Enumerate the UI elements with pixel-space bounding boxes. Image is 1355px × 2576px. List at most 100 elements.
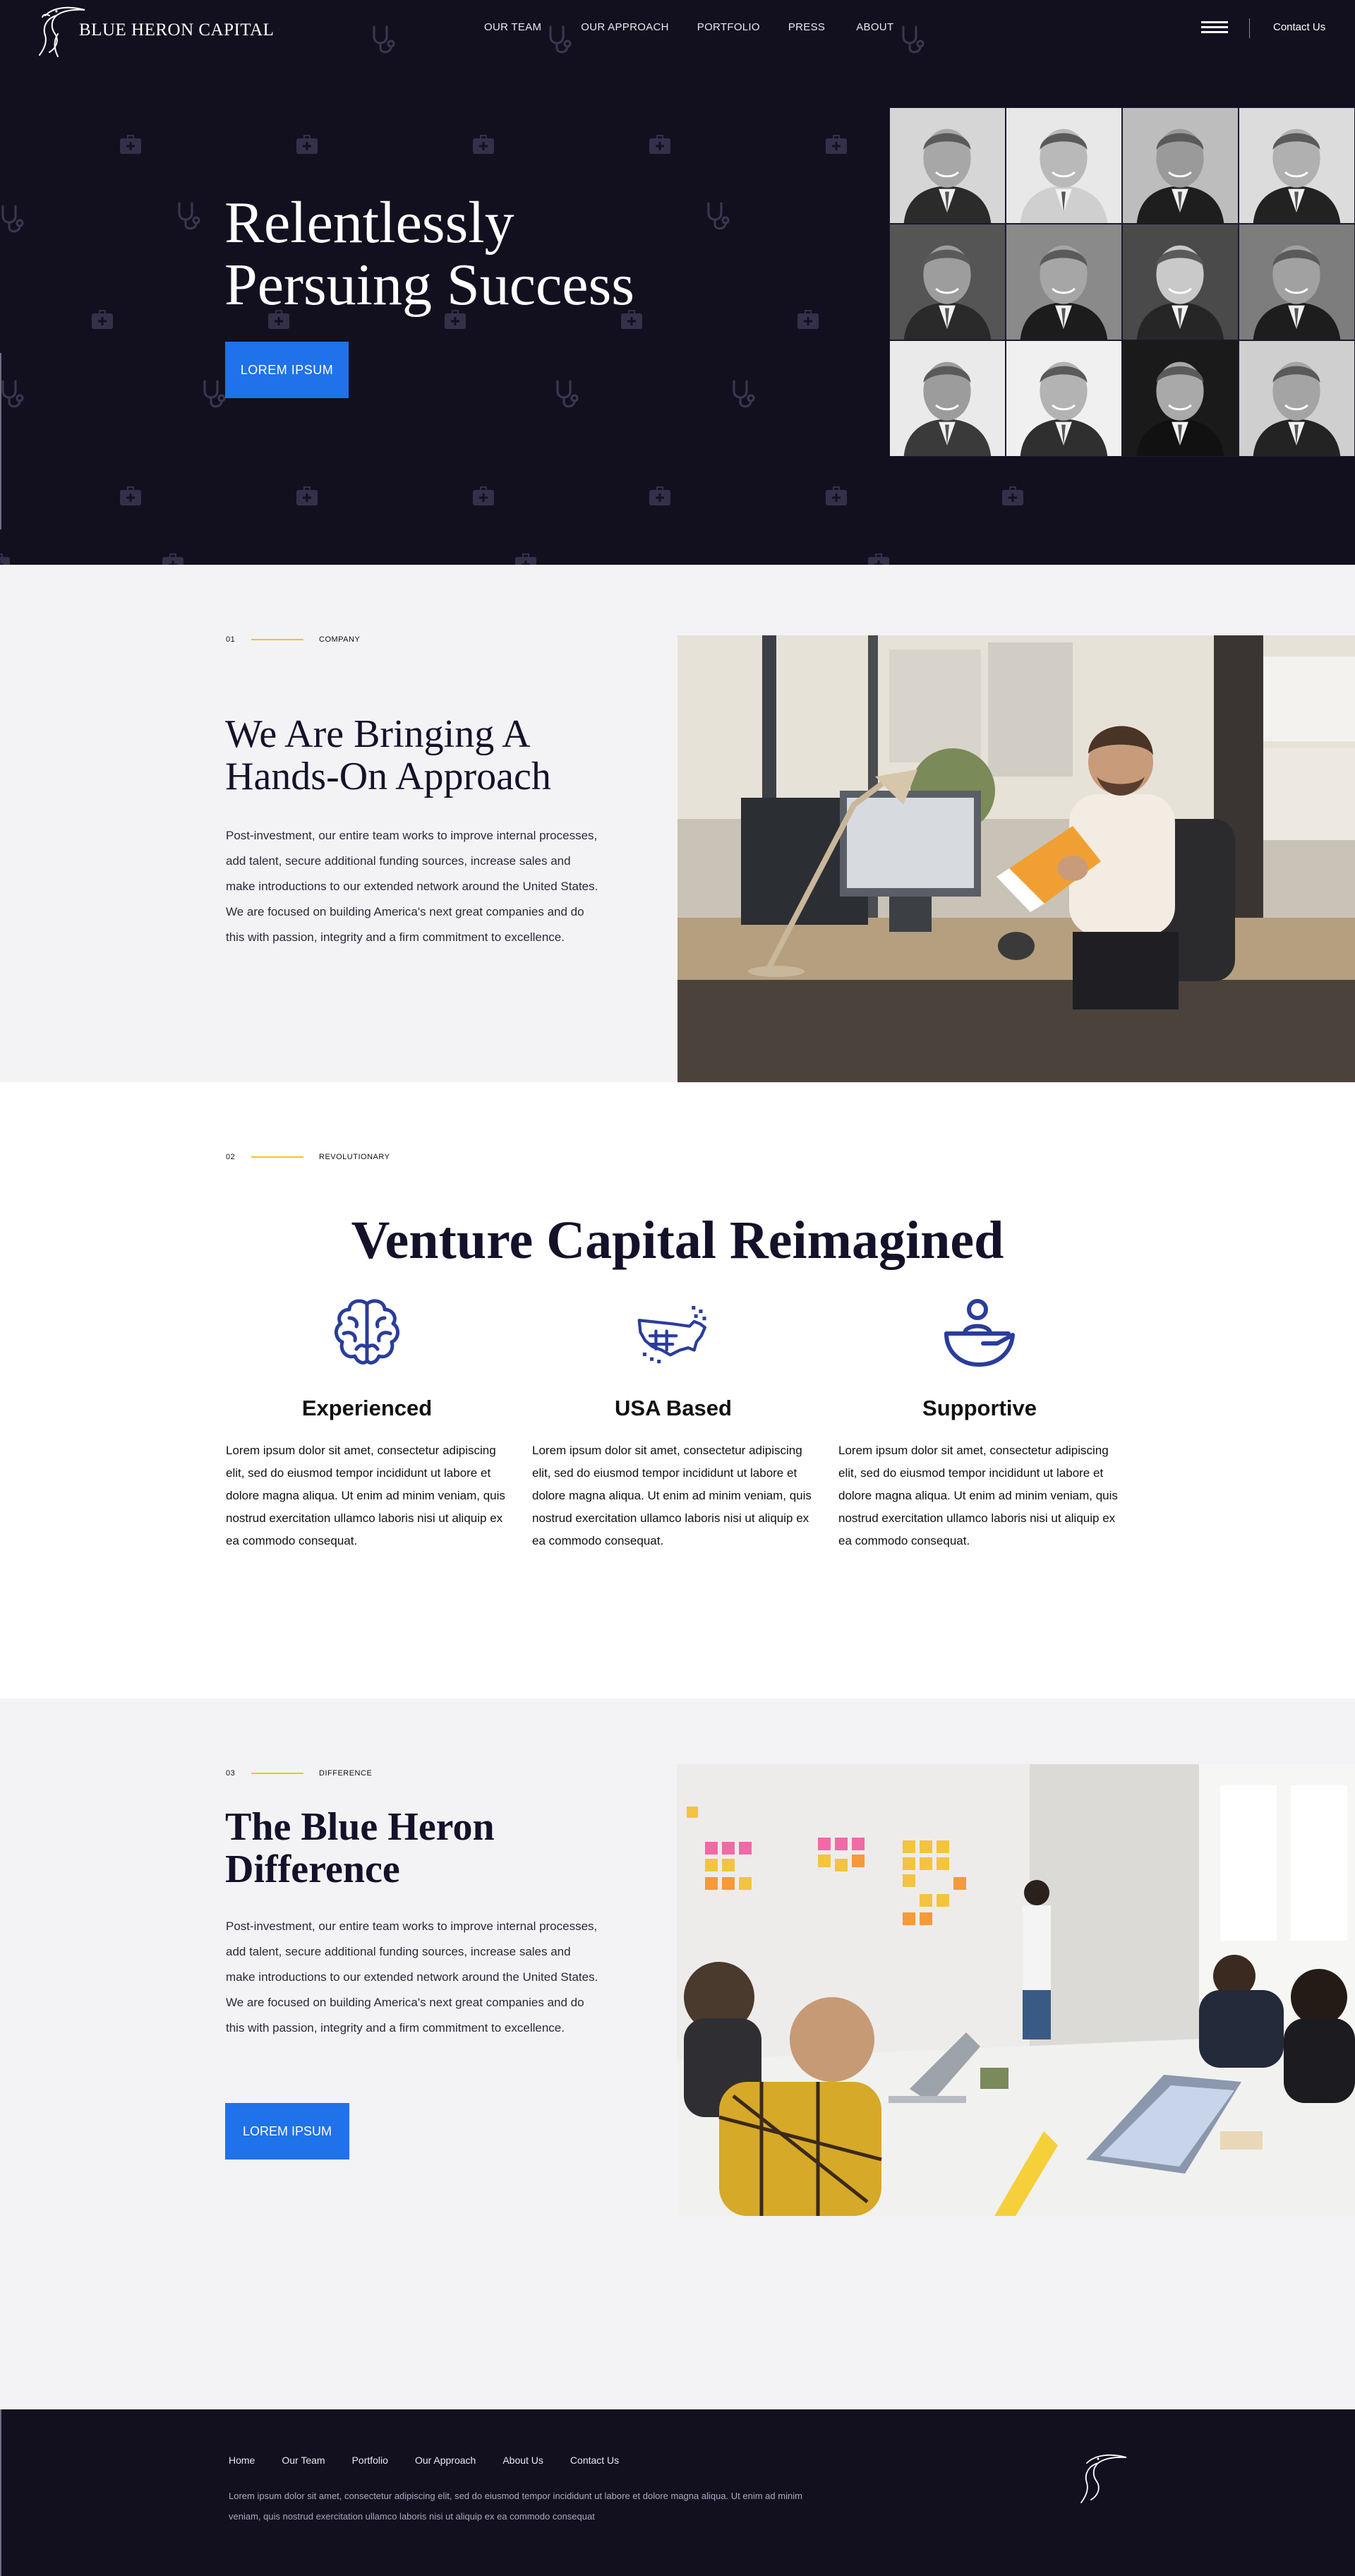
medical-kit-icon <box>649 486 670 505</box>
hero-edge-line <box>0 353 1 529</box>
team-member-photo[interactable] <box>889 107 1006 224</box>
team-member-photo[interactable] <box>1006 107 1122 224</box>
top-navigation: BLUE HERON CAPITAL OUR TEAM OUR APPROACH… <box>0 0 1355 59</box>
medical-kit-icon <box>826 135 847 154</box>
nav-press[interactable]: PRESS <box>788 21 825 33</box>
revolutionary-section: 02 REVOLUTIONARY Venture Capital Reimagi… <box>0 1082 1355 1699</box>
team-member-photo[interactable] <box>889 340 1006 457</box>
medical-kit-icon <box>473 135 494 154</box>
brand-logo[interactable]: BLUE HERON CAPITAL <box>25 1 279 59</box>
footer-link-our-team[interactable]: Our Team <box>282 2455 325 2466</box>
nav-portfolio[interactable]: PORTFOLIO <box>697 21 760 33</box>
stethoscope-icon <box>556 380 579 408</box>
medical-kit-icon <box>473 486 494 505</box>
site-footer: Home Our Team Portfolio Our Approach Abo… <box>0 2409 1355 2576</box>
section-title: The Blue Heron Difference <box>225 1806 649 1891</box>
section-tag: 02 REVOLUTIONARY <box>226 1153 390 1161</box>
team-photo-grid <box>889 107 1355 457</box>
section-number: 03 <box>226 1769 236 1778</box>
usa-map-icon <box>637 1305 706 1364</box>
footer-link-home[interactable]: Home <box>229 2455 255 2466</box>
stethoscope-icon <box>1 205 24 233</box>
team-member-photo[interactable] <box>1239 107 1355 224</box>
section-title-line1: The Blue Heron <box>225 1805 495 1849</box>
stethoscope-icon <box>178 202 200 230</box>
main-menu: OUR TEAM OUR APPROACH PORTFOLIO PRESS AB… <box>484 21 893 33</box>
medical-kit-icon <box>0 553 10 565</box>
section-tag: 01 COMPANY <box>226 635 360 644</box>
footer-link-contact-us[interactable]: Contact Us <box>570 2455 619 2466</box>
feature-text: Lorem ipsum dolor sit amet, consectetur … <box>226 1444 505 1547</box>
team-member-photo[interactable] <box>1239 224 1355 340</box>
tag-line <box>251 639 303 640</box>
hero-title-line2: Persuing Success <box>224 252 634 318</box>
section-number: 02 <box>226 1153 236 1161</box>
medical-kit-icon <box>162 553 183 565</box>
tag-line <box>251 1773 303 1774</box>
footer-text: Lorem ipsum dolor sit amet, consectetur … <box>229 2491 802 2522</box>
footer-link-about-us[interactable]: About Us <box>502 2455 543 2466</box>
team-member-photo[interactable] <box>1006 224 1122 340</box>
footer-menu: Home Our Team Portfolio Our Approach Abo… <box>229 2455 646 2466</box>
nav-about[interactable]: ABOUT <box>856 21 893 33</box>
medical-kit-icon <box>826 486 847 505</box>
section-tag-label: COMPANY <box>319 635 361 644</box>
medical-kit-icon <box>120 486 141 505</box>
office-man-photo <box>678 635 1355 1082</box>
medical-kit-icon <box>120 135 141 154</box>
section-title-line1: We Are Bringing A <box>225 712 531 756</box>
section-tag-label: DIFFERENCE <box>319 1769 373 1778</box>
feature-title: Experienced <box>301 1396 433 1420</box>
hero-section: BLUE HERON CAPITAL OUR TEAM OUR APPROACH… <box>0 0 1355 565</box>
feature-title: Supportive <box>922 1396 1037 1420</box>
medical-kit-icon <box>296 135 318 154</box>
team-member-photo[interactable] <box>1122 224 1239 340</box>
team-meeting-photo <box>677 1764 1355 2216</box>
company-section: 01 COMPANY We Are Bringing A Hands-On Ap… <box>0 565 1355 1082</box>
contact-us-link[interactable]: Contact Us <box>1273 21 1325 33</box>
stethoscope-icon <box>203 380 226 408</box>
medical-kit-icon <box>797 310 819 329</box>
section-title: We Are Bringing A Hands-On Approach <box>225 713 649 798</box>
team-member-photo[interactable] <box>889 224 1006 340</box>
medical-kit-icon <box>649 135 670 154</box>
hero-cta-button[interactable]: LOREM IPSUM <box>225 342 349 398</box>
team-member-photo[interactable] <box>1122 340 1239 457</box>
nav-our-approach[interactable]: OUR APPROACH <box>581 21 668 33</box>
hamburger-icon[interactable] <box>1201 21 1228 34</box>
brand-name: BLUE HERON CAPITAL <box>79 20 275 40</box>
brain-icon <box>335 1299 399 1365</box>
hero-title-line1: Relentlessly <box>224 190 514 256</box>
team-member-photo[interactable] <box>1122 107 1239 224</box>
section-title-line2: Difference <box>225 1847 400 1891</box>
feature-experienced: Experienced Lorem ipsum dolor sit amet, … <box>226 1294 508 1552</box>
stethoscope-icon <box>1 380 24 408</box>
section-tag-label: REVOLUTIONARY <box>319 1153 390 1161</box>
feature-text: Lorem ipsum dolor sit amet, consectetur … <box>532 1444 812 1547</box>
feature-title: USA Based <box>615 1396 732 1420</box>
team-member-photo[interactable] <box>1239 340 1355 457</box>
stethoscope-icon <box>733 380 755 408</box>
tag-line <box>251 1156 303 1158</box>
section-number: 01 <box>226 635 236 644</box>
feature-supportive: Supportive Lorem ipsum dolor sit amet, c… <box>838 1294 1121 1552</box>
difference-cta-button[interactable]: LOREM IPSUM <box>225 2103 349 2159</box>
medical-kit-icon <box>92 310 113 329</box>
feature-text: Lorem ipsum dolor sit amet, consectetur … <box>838 1444 1118 1547</box>
hero-title: Relentlessly Persuing Success <box>224 192 718 316</box>
medical-kit-icon <box>1002 486 1023 505</box>
footer-link-portfolio[interactable]: Portfolio <box>352 2455 388 2466</box>
heron-logo-icon[interactable] <box>1068 2445 1132 2508</box>
medical-kit-icon <box>515 553 536 565</box>
section-body: Post-investment, our entire team works t… <box>226 1919 598 2035</box>
footer-link-our-approach[interactable]: Our Approach <box>415 2455 476 2466</box>
difference-section: 03 DIFFERENCE The Blue Heron Difference … <box>0 1699 1355 2409</box>
nav-divider <box>1249 18 1250 38</box>
nav-our-team[interactable]: OUR TEAM <box>484 21 541 33</box>
feature-usa-based: USA Based Lorem ipsum dolor sit amet, co… <box>532 1294 814 1552</box>
team-member-photo[interactable] <box>1006 340 1122 457</box>
section-title-line2: Hands-On Approach <box>225 755 551 798</box>
supportive-hand-icon <box>944 1299 1015 1367</box>
medical-kit-icon <box>296 486 318 505</box>
section-title: Venture Capital Reimagined <box>351 1211 1004 1270</box>
